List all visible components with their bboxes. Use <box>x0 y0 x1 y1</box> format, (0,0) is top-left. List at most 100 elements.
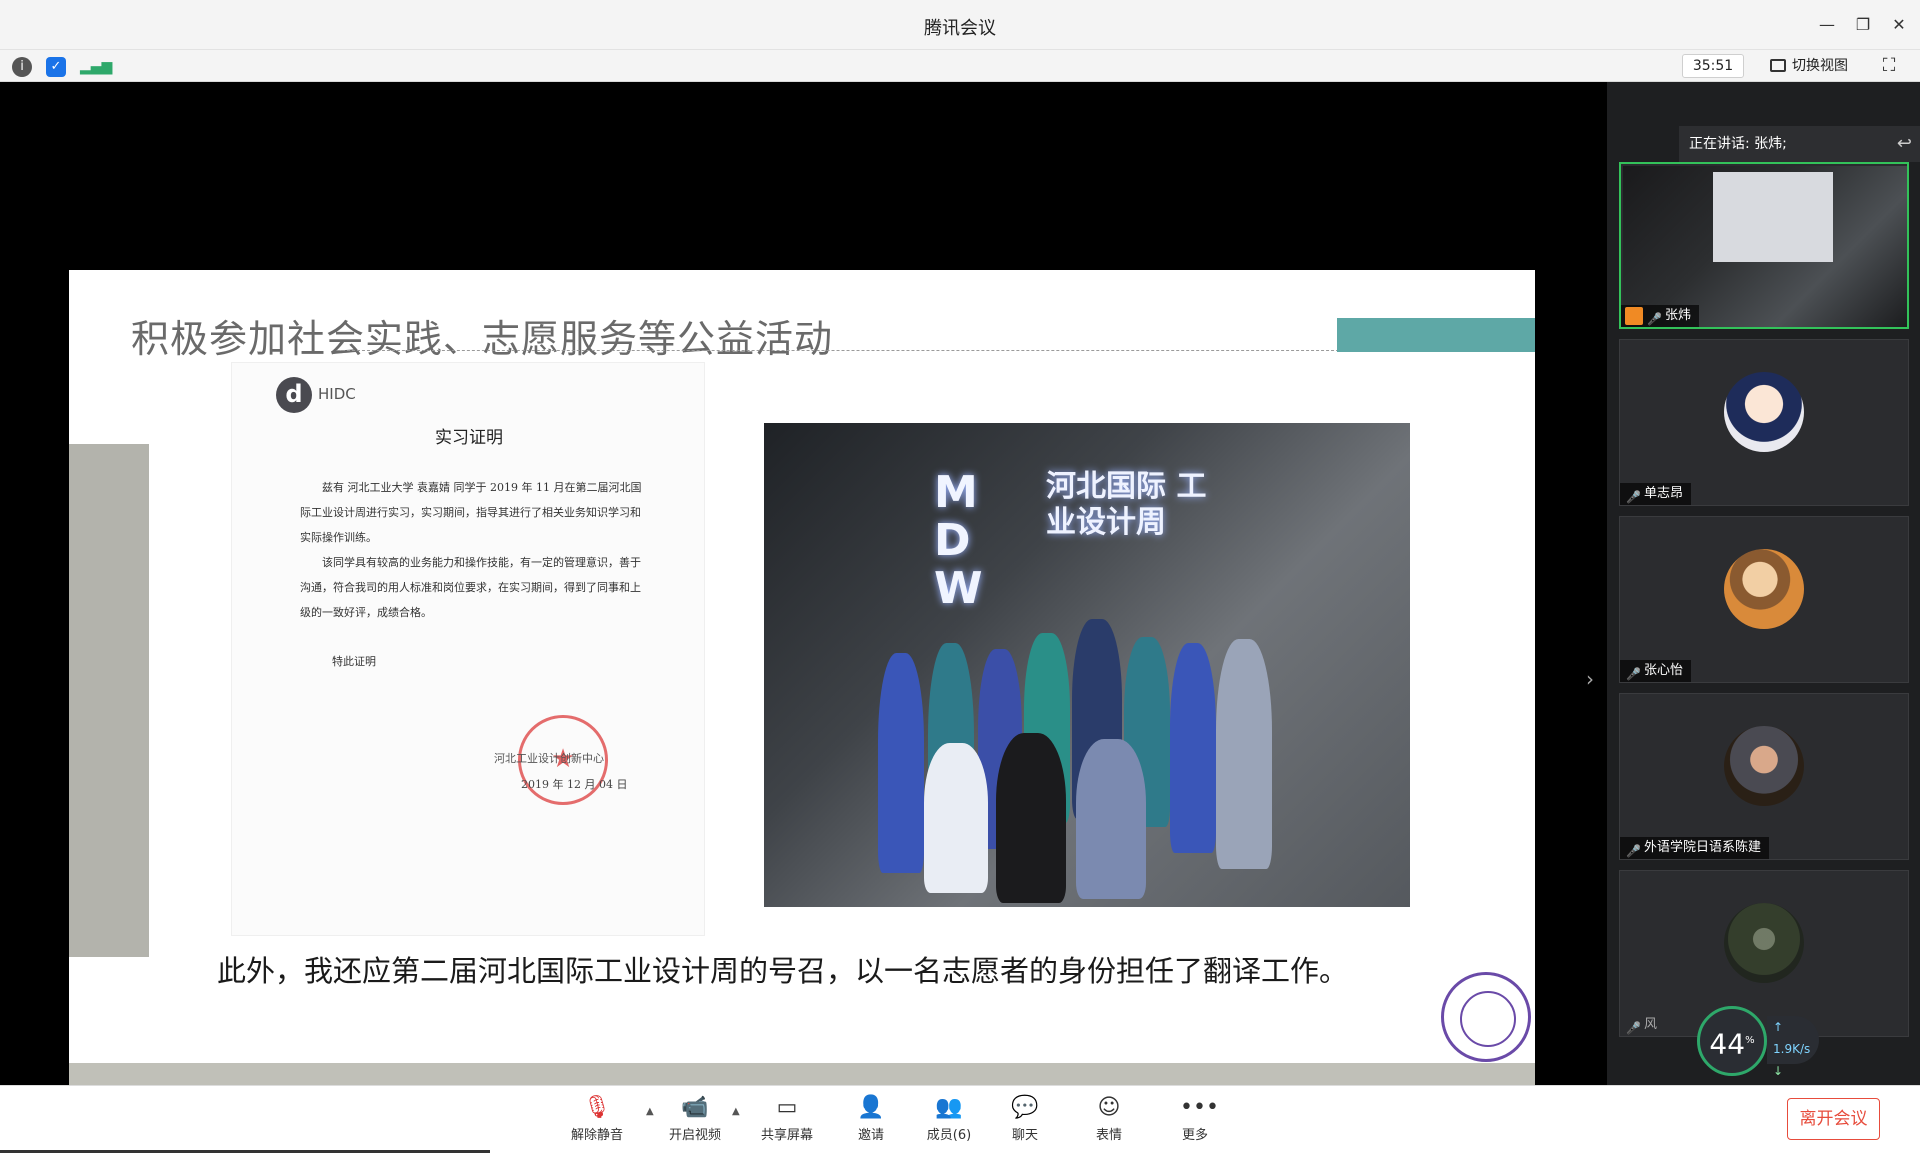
volunteer-figure <box>996 733 1066 903</box>
participant-name: 单志昂 <box>1644 486 1684 501</box>
switch-view-label: 切换视图 <box>1792 58 1848 74</box>
participant-name-tag: 🎤 风 <box>1620 1014 1665 1036</box>
mic-muted-icon: 🎙 <box>583 1095 611 1120</box>
participant-video-list: 正在讲话: 张炜; ↩ 🎤 张炜 🎤 单志昂 🎤 张心怡 🎤 外语学院日语系陈建 <box>1607 82 1920 1100</box>
network-speed: ↑ 1.9K/s ↓ 32.1K/s <box>1767 1016 1819 1100</box>
switch-view-button[interactable]: 切换视图 <box>1764 54 1856 78</box>
leave-meeting-button[interactable]: 离开会议 <box>1787 1098 1880 1140</box>
participant-name: 张炜 <box>1665 308 1692 323</box>
mdw-logo: M D W <box>934 467 987 614</box>
volunteer-figure <box>1076 739 1146 899</box>
meeting-toolbar: 🎙 解除静音 ▲ 📹 开启视频 ▲ ▭ 共享屏幕 👤 邀请 👥 成员(6) 💬 … <box>0 1085 1920 1153</box>
emoji-button[interactable]: ☺ 表情 <box>1074 1094 1144 1150</box>
certificate-heading: 实习证明 <box>435 428 503 448</box>
mic-muted-icon: 🎤 <box>1626 1021 1641 1035</box>
participant-name: 外语学院日语系陈建 <box>1644 840 1762 855</box>
share-screen-label: 共享屏幕 <box>760 1128 813 1143</box>
window-title: 腾讯会议 <box>924 18 996 39</box>
avatar <box>1724 726 1804 806</box>
slide-caption: 此外，我还应第二届河北国际工业设计周的号召，以一名志愿者的身份担任了翻译工作。 <box>217 954 1349 988</box>
participant-name-tag: 🎤 外语学院日语系陈建 <box>1620 837 1770 859</box>
collapse-arrow-icon[interactable]: ↩ <box>1897 126 1912 162</box>
members-button[interactable]: 👥 成员(6) <box>914 1094 984 1150</box>
avatar <box>1724 903 1804 983</box>
event-sign: M D W 河北国际 工业设计周 <box>934 467 1234 614</box>
participant-tile[interactable]: 🎤 单志昂 <box>1619 339 1909 506</box>
university-logo <box>1441 972 1531 1062</box>
start-video-button[interactable]: 📹 开启视频 <box>660 1094 730 1150</box>
volunteer-figure <box>924 743 988 893</box>
emoji-icon: ☺ <box>1097 1095 1121 1120</box>
avatar <box>1724 372 1804 452</box>
active-speaker-label: 正在讲话: 张炜; <box>1689 136 1787 152</box>
invite-button[interactable]: 👤 邀请 <box>836 1094 906 1150</box>
emoji-label: 表情 <box>1095 1128 1122 1143</box>
meeting-info-bar: i ✓ ▂▄▆ 35:51 切换视图 ⛶ <box>0 50 1920 82</box>
add-user-icon: 👤 <box>857 1095 885 1120</box>
info-icon[interactable]: i <box>12 57 32 77</box>
switch-view-icon <box>1770 59 1786 72</box>
chat-label: 聊天 <box>1011 1128 1038 1143</box>
upload-speed: ↑ 1.9K/s <box>1773 1020 1811 1056</box>
participant-name-tag: 🎤 单志昂 <box>1620 483 1692 505</box>
active-speaker-bar: 正在讲话: 张炜; ↩ <box>1679 126 1920 162</box>
certificate-closing: 特此证明 <box>332 655 376 668</box>
volunteer-figure <box>1216 639 1272 869</box>
participant-tile[interactable]: 🎤 外语学院日语系陈建 <box>1619 693 1909 860</box>
network-status-widget[interactable]: ↑ 1.9K/s ↓ 32.1K/s 44% <box>1697 1006 1819 1100</box>
participant-name: 风 <box>1644 1017 1658 1032</box>
title-bar: 腾讯会议 — ❐ ✕ <box>0 0 1920 50</box>
hidc-logo-text: HIDC <box>318 385 356 403</box>
shield-icon[interactable]: ✓ <box>46 57 66 77</box>
side-decoration <box>69 444 149 957</box>
close-button[interactable]: ✕ <box>1886 12 1912 38</box>
participant-video <box>1623 166 1907 327</box>
signal-icon[interactable]: ▂▄▆ <box>80 57 112 77</box>
unmute-label: 解除静音 <box>570 1128 623 1143</box>
host-icon <box>1625 307 1643 325</box>
meeting-timer: 35:51 <box>1682 54 1744 78</box>
chat-button[interactable]: 💬 聊天 <box>990 1094 1060 1150</box>
network-quality-gauge: 44% <box>1697 1006 1767 1076</box>
hidc-logo: d <box>276 377 312 413</box>
mic-muted-icon: 🎤 <box>1626 490 1641 504</box>
more-label: 更多 <box>1181 1128 1208 1143</box>
certificate-date: 2019 年 12 月 04 日 <box>521 778 628 791</box>
network-percent: 44 <box>1709 1027 1746 1061</box>
chat-icon: 💬 <box>1011 1095 1039 1120</box>
volunteer-figure <box>878 653 924 873</box>
volunteer-figure <box>1170 643 1216 853</box>
participant-tile[interactable]: 🎤 张心怡 <box>1619 516 1909 683</box>
certificate-body: 兹有 河北工业大学 袁嘉婧 同学于 2019 年 11 月在第二届河北国际工业设… <box>300 475 650 625</box>
video-off-icon: 📹 <box>681 1095 709 1120</box>
unmute-button[interactable]: 🎙 解除静音 <box>562 1094 632 1150</box>
avatar <box>1724 549 1804 629</box>
more-dots-icon: ••• <box>1180 1095 1219 1120</box>
restore-button[interactable]: ❐ <box>1850 12 1876 38</box>
start-video-label: 开启视频 <box>668 1128 721 1143</box>
certificate-paragraph: 兹有 河北工业大学 袁嘉婧 同学于 2019 年 11 月在第二届河北国际工业设… <box>300 481 642 544</box>
participant-name-tag: 🎤 张炜 <box>1621 305 1700 327</box>
participant-tile[interactable]: 🎤 张炜 <box>1619 162 1909 329</box>
participant-name-tag: 🎤 张心怡 <box>1620 660 1692 682</box>
minimize-button[interactable]: — <box>1814 12 1840 38</box>
certificate-paragraph: 该同学具有较高的业务能力和操作技能，有一定的管理意识，善于沟通，符合我司的用人标… <box>300 556 641 619</box>
presentation-slide: 积极参加社会实践、志愿服务等公益活动 d HIDC 实习证明 兹有 河北工业大学… <box>69 270 1535 1095</box>
network-percent-unit: % <box>1745 1035 1755 1046</box>
share-screen-icon: ▭ <box>776 1095 798 1120</box>
members-label: 成员(6) <box>926 1128 972 1143</box>
caret-up-icon[interactable]: ▲ <box>732 1106 740 1117</box>
chevron-right-icon[interactable]: › <box>1586 667 1594 691</box>
fullscreen-icon[interactable]: ⛶ <box>1878 55 1900 77</box>
share-screen-button[interactable]: ▭ 共享屏幕 <box>752 1094 822 1150</box>
slide-title: 积极参加社会实践、志愿服务等公益活动 <box>131 317 834 361</box>
internship-certificate: d HIDC 实习证明 兹有 河北工业大学 袁嘉婧 同学于 2019 年 11 … <box>231 362 705 936</box>
mic-muted-icon: 🎤 <box>1626 667 1641 681</box>
more-button[interactable]: ••• 更多 <box>1160 1094 1230 1150</box>
certificate-company: 河北工业设计创新中心 <box>494 752 604 765</box>
caret-up-icon[interactable]: ▲ <box>646 1106 654 1117</box>
volunteer-group <box>864 613 1304 903</box>
shared-screen-area: 积极参加社会实践、志愿服务等公益活动 d HIDC 实习证明 兹有 河北工业大学… <box>0 82 1607 1095</box>
members-icon: 👥 <box>935 1095 963 1120</box>
microphone-icon: 🎤 <box>1647 312 1662 326</box>
